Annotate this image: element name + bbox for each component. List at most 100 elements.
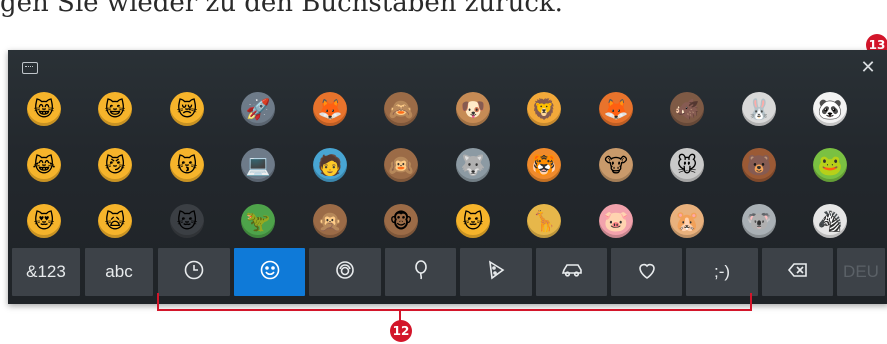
ninja-cat-rocket-icon: 🚀 (241, 92, 275, 126)
emoji-ninja-cat[interactable]: 🐱 (159, 198, 215, 244)
tab-travel[interactable] (536, 248, 607, 296)
joy-cat-icon: 😹 (27, 148, 61, 182)
emoji-speak-no-evil-monkey[interactable]: 🙊 (302, 198, 358, 244)
ninja-cat-computer-icon: 💻 (241, 148, 275, 182)
emoji-hamster[interactable]: 🐹 (659, 198, 715, 244)
hear-no-evil-monkey-icon: 🙉 (384, 148, 418, 182)
pig-icon: 🐷 (599, 204, 633, 238)
rabbit-icon: 🐰 (742, 92, 776, 126)
kissing-cat-icon: 😽 (170, 148, 204, 182)
tab-language-label: DEU (843, 262, 879, 281)
emoji-giraffe[interactable]: 🦒 (516, 198, 572, 244)
tab-backspace[interactable] (762, 248, 833, 296)
emoji-tiger[interactable]: 🐯 (516, 142, 572, 188)
ninja-cat-fox-icon: 🦊 (313, 92, 347, 126)
smiling-cat-icon: 😺 (98, 92, 132, 126)
giraffe-icon: 🦒 (527, 204, 561, 238)
emoji-dino-cat[interactable]: 🦖 (230, 198, 286, 244)
emoji-smirk-cat[interactable]: 😼 (87, 142, 143, 188)
document-text: gen Sie wieder zu den Buchstaben zurück. (0, 0, 563, 18)
emoji-grid: 😸 😺 😿 🚀 🦊 🙈 🐶 🦁 🦊 🐗 🐰 🐼 😹 😼 😽 💻 🧑 🙉 🐺 🐯 🐮 🐭 🐻 🐸 😻 🙀 🐱 🦖 🙊 🐵 🐱 🦒 🐷 🐹 🐨 🦓 (8, 80, 887, 248)
speak-no-evil-monkey-icon: 🙊 (313, 204, 347, 238)
heart-icon (635, 258, 659, 287)
emoji-joy-cat[interactable]: 😹 (16, 142, 72, 188)
emoji-cow[interactable]: 🐮 (588, 142, 644, 188)
see-no-evil-monkey-icon: 🙈 (384, 92, 418, 126)
keyboard-settings-icon[interactable] (22, 62, 38, 74)
emoji-frog[interactable]: 🐸 (802, 142, 858, 188)
mouse-icon: 🐭 (670, 148, 704, 182)
emoji-kissing-cat[interactable]: 😽 (159, 142, 215, 188)
close-button[interactable]: ✕ (857, 56, 879, 78)
astronaut-cat-icon: 🧑 (313, 148, 347, 182)
heart-eyes-cat-icon: 😻 (27, 204, 61, 238)
emoji-wolf[interactable]: 🐺 (445, 142, 501, 188)
emoji-fox[interactable]: 🦊 (588, 86, 644, 132)
tab-emoticons-label: ;-) (713, 262, 731, 281)
emoji-crying-cat[interactable]: 😿 (159, 86, 215, 132)
emoji-ninja-cat-rocket[interactable]: 🚀 (230, 86, 286, 132)
tab-people[interactable] (309, 248, 381, 296)
smirk-cat-icon: 😼 (98, 148, 132, 182)
lion-icon: 🦁 (527, 92, 561, 126)
emoji-astronaut-cat[interactable]: 🧑 (302, 142, 358, 188)
tab-emoticons[interactable]: ;-) (686, 248, 758, 296)
hamster-icon: 🐹 (670, 204, 704, 238)
tab-numbers[interactable]: &123 (12, 248, 80, 296)
tab-language[interactable]: DEU (837, 248, 885, 296)
tab-abc-label: abc (105, 262, 133, 281)
clock-icon (182, 258, 206, 287)
emoji-see-no-evil-monkey[interactable]: 🙈 (373, 86, 429, 132)
panda-icon: 🐼 (813, 92, 847, 126)
dog-icon: 🐶 (456, 92, 490, 126)
tab-smileys[interactable] (234, 248, 305, 296)
crying-cat-icon: 😿 (170, 92, 204, 126)
emoji-dog[interactable]: 🐶 (445, 86, 501, 132)
tab-abc[interactable]: abc (85, 248, 153, 296)
balloon-icon (409, 258, 433, 287)
emoji-rabbit[interactable]: 🐰 (731, 86, 787, 132)
emoji-panda[interactable]: 🐼 (802, 86, 858, 132)
koala-icon: 🐨 (742, 204, 776, 238)
bear-icon: 🐻 (742, 148, 776, 182)
category-bracket (157, 293, 752, 311)
tab-celebration[interactable] (385, 248, 456, 296)
emoji-keyboard: ✕ 😸 😺 😿 🚀 🦊 🙈 🐶 🦁 🦊 🐗 🐰 🐼 😹 😼 😽 💻 🧑 🙉 🐺 🐯 🐮 🐭 🐻 🐸 😻 🙀 🐱 🦖 🙊 🐵 🐱 🦒 🐷 🐹 🐨 🦓 &… (8, 50, 887, 304)
cat-face-icon: 🐱 (456, 204, 490, 238)
ninja-cat-icon: 🐱 (170, 204, 204, 238)
emoji-ninja-cat-fox[interactable]: 🦊 (302, 86, 358, 132)
boar-icon: 🐗 (670, 92, 704, 126)
person-icon (333, 258, 357, 287)
car-icon (560, 258, 584, 287)
wolf-icon: 🐺 (456, 148, 490, 182)
grinning-cat-icon: 😸 (27, 92, 61, 126)
emoji-cat-face[interactable]: 🐱 (445, 198, 501, 244)
smiley-icon (258, 258, 282, 287)
emoji-ninja-cat-computer[interactable]: 💻 (230, 142, 286, 188)
tab-numbers-label: &123 (26, 262, 66, 281)
dino-cat-icon: 🦖 (241, 204, 275, 238)
fox-icon: 🦊 (599, 92, 633, 126)
emoji-mouse[interactable]: 🐭 (659, 142, 715, 188)
cow-icon: 🐮 (599, 148, 633, 182)
emoji-smiling-cat[interactable]: 😺 (87, 86, 143, 132)
pizza-icon (484, 258, 508, 287)
emoji-heart-eyes-cat[interactable]: 😻 (16, 198, 72, 244)
emoji-hear-no-evil-monkey[interactable]: 🙉 (373, 142, 429, 188)
backspace-icon (786, 258, 810, 287)
scream-cat-icon: 🙀 (98, 204, 132, 238)
emoji-boar[interactable]: 🐗 (659, 86, 715, 132)
emoji-bear[interactable]: 🐻 (731, 142, 787, 188)
emoji-koala[interactable]: 🐨 (731, 198, 787, 244)
emoji-monkey-face[interactable]: 🐵 (373, 198, 429, 244)
emoji-zebra[interactable]: 🦓 (802, 198, 858, 244)
tab-food[interactable] (460, 248, 532, 296)
emoji-scream-cat[interactable]: 🙀 (87, 198, 143, 244)
frog-icon: 🐸 (813, 148, 847, 182)
callout-12: 12 (390, 320, 412, 342)
emoji-grinning-cat[interactable]: 😸 (16, 86, 72, 132)
emoji-lion[interactable]: 🦁 (516, 86, 572, 132)
tab-recent[interactable] (158, 248, 230, 296)
tab-symbols[interactable] (611, 248, 682, 296)
emoji-pig[interactable]: 🐷 (588, 198, 644, 244)
